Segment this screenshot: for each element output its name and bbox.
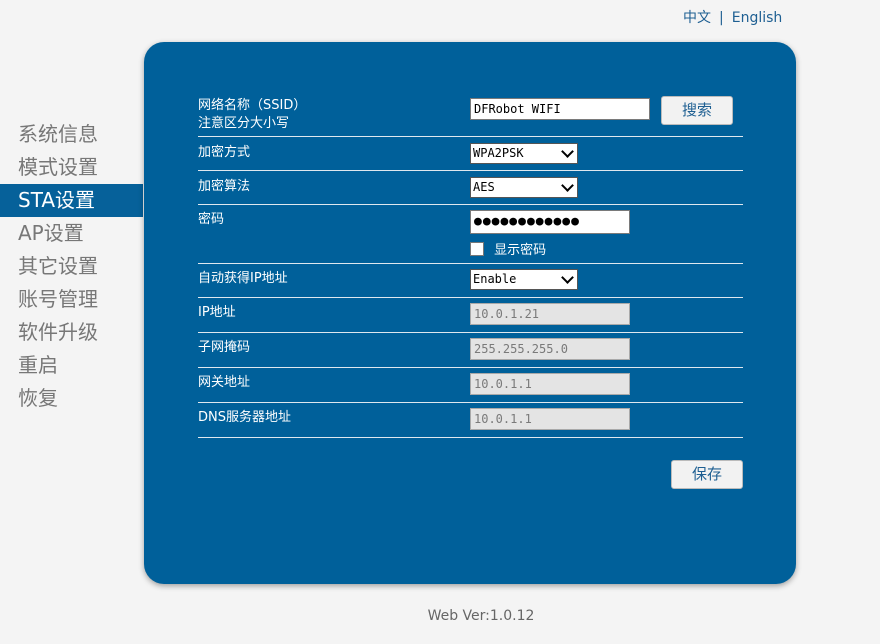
algorithm-row: 加密算法 AES [198, 170, 743, 205]
show-password-option: 显示密码 [470, 239, 546, 258]
sidebar-nav: 系统信息 模式设置 STA设置 AP设置 其它设置 账号管理 软件升级 重启 恢… [0, 118, 143, 415]
chevron-down-icon [561, 271, 574, 284]
ssid-label-line2: 注意区分大小写 [198, 116, 290, 131]
save-button[interactable]: 保存 [671, 460, 743, 489]
mask-input[interactable] [470, 338, 630, 360]
nav-item-reboot[interactable]: 重启 [0, 349, 143, 382]
algorithm-select[interactable]: AES [470, 177, 578, 198]
lang-separator: | [719, 10, 724, 26]
ip-row: IP地址 [198, 297, 743, 333]
dhcp-label: 自动获得IP地址 [198, 271, 288, 286]
algorithm-label: 加密算法 [198, 179, 251, 194]
dhcp-select[interactable]: Enable [470, 269, 578, 290]
sta-settings-panel: 网络名称（SSID） 注意区分大小写 搜索 加密方式 WPA2PSK 加密算法 … [144, 42, 796, 584]
scan-button[interactable]: 搜索 [661, 96, 733, 125]
nav-item-restore[interactable]: 恢复 [0, 382, 143, 415]
algorithm-value: AES [473, 180, 495, 194]
mask-row: 子网掩码 [198, 332, 743, 368]
ip-label: IP地址 [198, 305, 236, 320]
lang-english-link[interactable]: English [732, 10, 783, 26]
nav-item-ap-settings[interactable]: AP设置 [0, 217, 143, 250]
mask-label: 子网掩码 [198, 340, 251, 355]
lang-chinese-link[interactable]: 中文 [683, 10, 711, 26]
nav-item-upgrade[interactable]: 软件升级 [0, 316, 143, 349]
ssid-label: 网络名称（SSID） 注意区分大小写 [198, 97, 306, 133]
encryption-label: 加密方式 [198, 145, 251, 160]
show-password-label: 显示密码 [494, 243, 547, 258]
nav-item-account[interactable]: 账号管理 [0, 283, 143, 316]
ssid-label-line1: 网络名称（SSID） [198, 98, 307, 113]
version-footer: Web Ver:1.0.12 [427, 608, 535, 624]
gateway-row: 网关地址 [198, 367, 743, 403]
nav-item-mode-settings[interactable]: 模式设置 [0, 151, 143, 184]
dns-input[interactable] [470, 408, 630, 430]
dns-row: DNS服务器地址 [198, 402, 743, 438]
encryption-value: WPA2PSK [473, 146, 524, 160]
ssid-input[interactable] [470, 98, 650, 120]
gateway-input[interactable] [470, 373, 630, 395]
nav-item-other-settings[interactable]: 其它设置 [0, 250, 143, 283]
nav-item-system-info[interactable]: 系统信息 [0, 118, 143, 151]
gateway-label: 网关地址 [198, 375, 251, 390]
dns-label: DNS服务器地址 [198, 410, 291, 425]
dhcp-value: Enable [473, 272, 517, 286]
password-input[interactable]: ●●●●●●●●●●●● [470, 210, 630, 234]
chevron-down-icon [561, 179, 574, 192]
chevron-down-icon [561, 145, 574, 158]
nav-item-sta-settings[interactable]: STA设置 [0, 184, 143, 217]
password-label: 密码 [198, 212, 225, 227]
encryption-select[interactable]: WPA2PSK [470, 143, 578, 164]
ssid-row: 网络名称（SSID） 注意区分大小写 搜索 [198, 94, 743, 137]
dhcp-row: 自动获得IP地址 Enable [198, 263, 743, 298]
language-switcher: 中文 | English [683, 7, 782, 27]
password-row: 密码 ●●●●●●●●●●●● 显示密码 [198, 204, 743, 264]
show-password-checkbox[interactable] [470, 241, 484, 256]
encryption-row: 加密方式 WPA2PSK [198, 136, 743, 171]
ip-input[interactable] [470, 303, 630, 325]
